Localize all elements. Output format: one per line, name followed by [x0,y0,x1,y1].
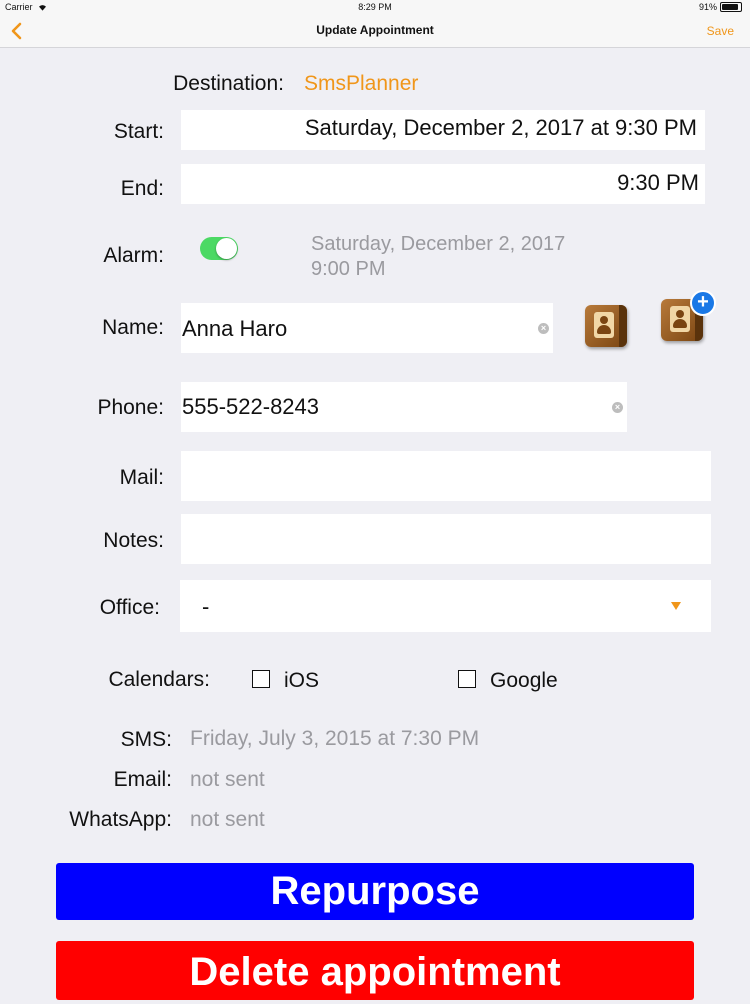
alarm-datetime: Saturday, December 2, 2017 9:00 PM [311,232,565,282]
start-label: Start: [113,120,164,143]
google-calendar-checkbox[interactable] [458,670,476,688]
notes-field[interactable] [181,514,711,564]
name-label: Name: [102,316,164,339]
office-label: Office: [99,596,160,619]
status-time: 8:29 PM [358,2,392,12]
notes-label: Notes: [103,529,164,552]
page-title: Update Appointment [316,23,434,37]
name-value: Anna Haro [182,316,288,341]
start-date-field[interactable]: Saturday, December 2, 2017 at 9:30 PM [181,110,705,150]
sms-label: SMS: [120,728,172,751]
office-value: - [202,594,210,619]
name-field[interactable]: Anna Haro [181,303,553,353]
alarm-time: 9:00 PM [311,258,386,280]
clear-icon[interactable]: × [538,323,549,334]
battery-icon [720,2,742,12]
whatsapp-value: not sent [190,808,265,831]
destination-label: Destination: [173,72,284,95]
alarm-toggle[interactable] [200,237,238,260]
repurpose-button[interactable]: Repurpose [56,863,694,920]
alarm-label: Alarm: [103,244,164,267]
alarm-date: Saturday, December 2, 2017 [311,233,566,255]
calendars-label: Calendars: [108,668,210,691]
delete-appointment-button[interactable]: Delete appointment [56,941,694,1000]
plus-badge-icon: + [690,290,716,316]
google-calendar-label: Google [490,669,558,692]
dropdown-arrow-icon [671,602,681,610]
clear-icon[interactable]: × [612,402,623,413]
phone-value: 555-522-8243 [182,394,320,419]
end-time-field[interactable]: 9:30 PM [181,164,705,204]
mail-label: Mail: [119,466,164,489]
email-value: not sent [190,768,265,791]
navigation-bar: Update Appointment Save [0,14,750,48]
phone-field[interactable]: 555-522-8243 [181,382,627,432]
ios-calendar-checkbox[interactable] [252,670,270,688]
toggle-knob [216,238,237,259]
ios-calendar-label: iOS [284,669,320,692]
end-label: End: [120,177,164,200]
office-select[interactable]: - [180,580,711,632]
contacts-book-icon[interactable] [585,305,627,347]
sms-value: Friday, July 3, 2015 at 7:30 PM [190,727,480,750]
save-button[interactable]: Save [707,24,734,38]
mail-field[interactable] [181,451,711,501]
status-bar: Carrier 8:29 PM 91% [0,0,750,14]
battery-status: 91% [699,2,742,12]
email-label: Email: [113,768,172,791]
battery-percent: 91% [698,2,717,12]
whatsapp-label: WhatsApp: [69,808,172,831]
destination-value[interactable]: SmsPlanner [304,72,418,96]
phone-label: Phone: [97,396,164,419]
